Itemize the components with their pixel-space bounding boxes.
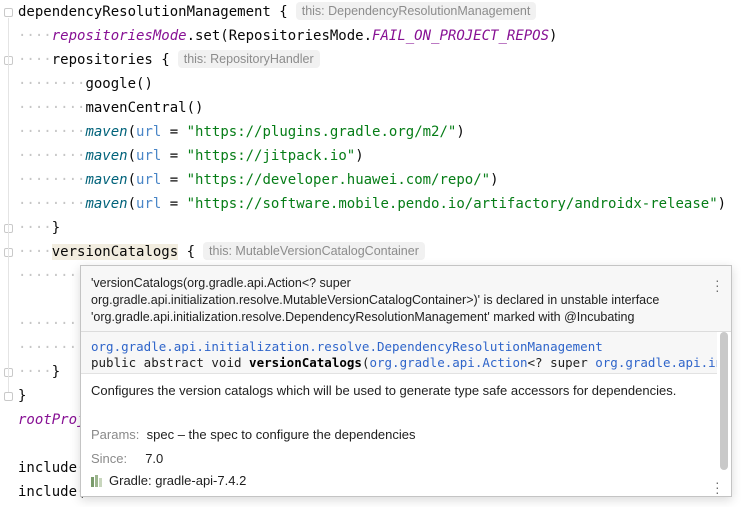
library-row: Gradle: gradle-api-7.4.2 (91, 473, 246, 490)
incubating-warning: 'versionCatalogs(org.gradle.api.Action<?… (81, 266, 731, 332)
params-row: Params: spec – the spec to configure the… (91, 427, 416, 442)
inlay-hint: this: DependencyResolutionManagement (295, 2, 537, 20)
library-icon (91, 475, 105, 490)
code-line: } (18, 388, 27, 404)
more-actions-icon[interactable]: · · · (715, 273, 720, 297)
code-line: ····} (18, 220, 61, 236)
code-line: ····versionCatalogs {this: MutableVersio… (18, 240, 425, 264)
code-line: ········maven(url = "https://developer.h… (18, 172, 499, 188)
code-line: ········maven(url = "https://software.mo… (18, 196, 727, 212)
code-line: ····repositories {this: RepositoryHandle… (18, 48, 320, 72)
fold-icon[interactable] (4, 392, 13, 401)
method-signature: org.gradle.api.initialization.resolve.De… (81, 332, 731, 374)
code-line: include( (18, 484, 86, 500)
class-link[interactable]: org.gradle.api.initialization.resolve.De… (91, 339, 603, 354)
type-link[interactable]: org.gradle.api.Action (369, 355, 527, 370)
type-link[interactable]: org.gradle.api.initializ (595, 355, 731, 370)
code-line: ····} (18, 364, 61, 380)
fold-icon[interactable] (4, 8, 13, 17)
code-line: ········maven(url = "https://plugins.gra… (18, 124, 465, 140)
code-line: ········mavenCentral() (18, 100, 204, 116)
code-line: rootProj (18, 412, 86, 428)
code-line: ········google() (18, 76, 153, 92)
code-line: ········ (18, 316, 86, 332)
code-line: ········maven(url = "https://jitpack.io"… (18, 148, 364, 164)
code-line: ········ (18, 268, 86, 284)
inlay-hint: this: MutableVersionCatalogContainer (203, 242, 425, 260)
since-row: Since: 7.0 (91, 451, 164, 466)
fold-guide (8, 18, 9, 392)
more-actions-icon[interactable]: · · · (715, 475, 720, 496)
documentation-popup: 'versionCatalogs(org.gradle.api.Action<?… (80, 265, 732, 497)
inlay-hint: this: RepositoryHandler (177, 50, 320, 68)
code-line: ········ (18, 340, 86, 356)
popup-scrollbar[interactable] (717, 332, 731, 480)
method-description: Configures the version catalogs which wi… (91, 383, 677, 398)
scrollbar-thumb[interactable] (720, 332, 728, 470)
code-line: ····repositoriesMode.set(RepositoriesMod… (18, 28, 558, 44)
code-line: dependencyResolutionManagement {this: De… (18, 0, 537, 24)
code-line: include( (18, 460, 86, 476)
